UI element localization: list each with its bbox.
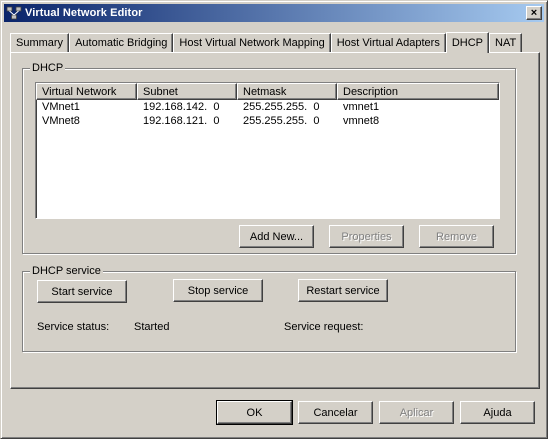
dhcp-network-list[interactable]: Virtual Network Subnet Netmask Descripti… xyxy=(35,82,500,219)
title-bar[interactable]: Virtual Network Editor × xyxy=(4,4,544,22)
dhcp-group-legend: DHCP xyxy=(30,62,66,74)
ok-button[interactable]: OK xyxy=(216,400,293,425)
column-description[interactable]: Description xyxy=(337,83,499,100)
remove-button[interactable]: Remove xyxy=(419,225,494,248)
window-title: Virtual Network Editor xyxy=(25,7,143,19)
service-status-value: Started xyxy=(134,321,170,333)
table-row[interactable]: VMnet1 192.168.142. 0 255.255.255. 0 vmn… xyxy=(36,100,499,114)
tab-dhcp[interactable]: DHCP xyxy=(445,32,490,53)
tab-host-virtual-adapters[interactable]: Host Virtual Adapters xyxy=(330,33,446,52)
cell-subnet: 192.168.121. 0 xyxy=(143,115,220,127)
restart-service-button[interactable]: Restart service xyxy=(298,279,388,302)
tab-strip: Summary Automatic Bridging Host Virtual … xyxy=(10,31,523,53)
column-subnet[interactable]: Subnet xyxy=(137,83,237,100)
tab-automatic-bridging[interactable]: Automatic Bridging xyxy=(69,33,174,52)
cell-subnet: 192.168.142. 0 xyxy=(143,101,220,113)
tab-nat[interactable]: NAT xyxy=(489,33,523,52)
cell-netmask: 255.255.255. 0 xyxy=(243,115,320,127)
close-icon: × xyxy=(530,6,538,19)
dhcp-tab-panel: DHCP Virtual Network Subnet Netmask Desc… xyxy=(10,52,540,389)
cell-virtual-network: VMnet8 xyxy=(42,115,80,127)
start-service-button[interactable]: Start service xyxy=(37,280,127,303)
network-editor-icon xyxy=(6,5,22,21)
table-row[interactable]: VMnet8 192.168.121. 0 255.255.255. 0 vmn… xyxy=(36,114,499,128)
apply-button[interactable]: Aplicar xyxy=(379,401,454,424)
list-header: Virtual Network Subnet Netmask Descripti… xyxy=(36,83,499,100)
close-button[interactable]: × xyxy=(526,6,542,20)
add-new-button[interactable]: Add New... xyxy=(239,225,314,248)
tab-host-virtual-network-mapping[interactable]: Host Virtual Network Mapping xyxy=(173,33,331,52)
cell-description: vmnet8 xyxy=(343,115,380,127)
service-status-label: Service status: xyxy=(37,321,110,333)
help-button[interactable]: Ajuda xyxy=(460,401,535,424)
dialog-window: Virtual Network Editor × Summary Automat… xyxy=(0,0,548,439)
service-request-label: Service request: xyxy=(284,321,364,333)
dhcp-service-legend: DHCP service xyxy=(30,265,103,277)
cell-description: vmnet1 xyxy=(343,101,380,113)
cell-netmask: 255.255.255. 0 xyxy=(243,101,320,113)
column-virtual-network[interactable]: Virtual Network xyxy=(36,83,137,100)
dhcp-groupbox: DHCP Virtual Network Subnet Netmask Desc… xyxy=(22,62,516,254)
tab-summary[interactable]: Summary xyxy=(10,33,70,52)
cell-virtual-network: VMnet1 xyxy=(42,101,80,113)
stop-service-button[interactable]: Stop service xyxy=(173,279,263,302)
column-netmask[interactable]: Netmask xyxy=(237,83,337,100)
properties-button[interactable]: Properties xyxy=(329,225,404,248)
dhcp-service-groupbox: DHCP service Start service Stop service … xyxy=(22,265,516,352)
cancel-button[interactable]: Cancelar xyxy=(298,401,373,424)
